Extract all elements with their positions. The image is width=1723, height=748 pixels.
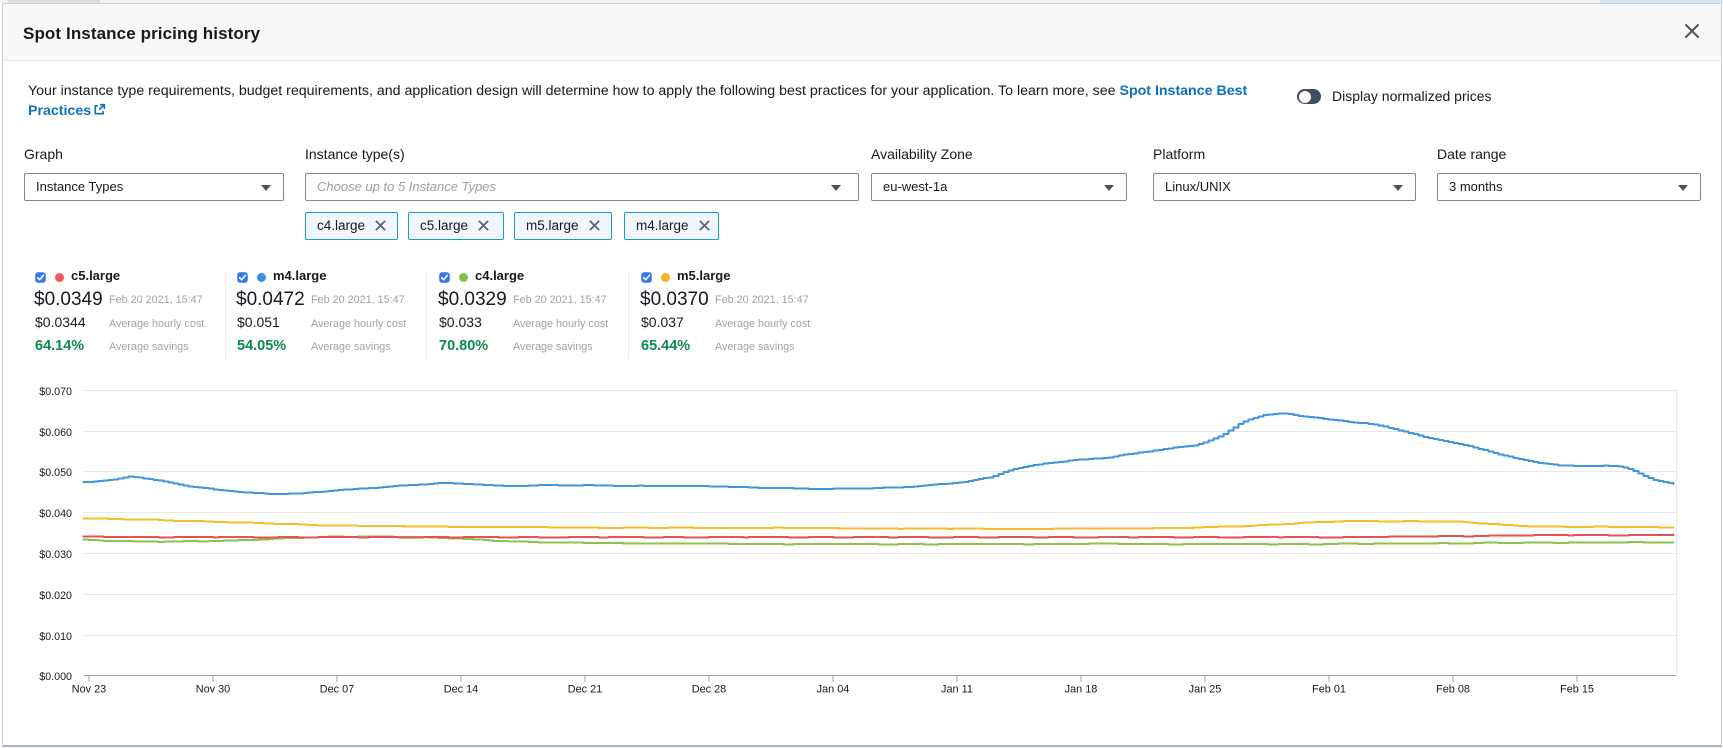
svg-text:Nov 23: Nov 23 (72, 683, 107, 695)
svg-text:Feb 08: Feb 08 (1436, 683, 1470, 695)
svg-text:$0.000: $0.000 (39, 671, 72, 683)
svg-text:$0.040: $0.040 (39, 508, 72, 520)
svg-text:$0.030: $0.030 (39, 549, 72, 561)
svg-text:Jan 25: Jan 25 (1189, 683, 1222, 695)
svg-text:Dec 21: Dec 21 (568, 683, 603, 695)
svg-text:Jan 11: Jan 11 (941, 683, 973, 695)
svg-text:Nov 30: Nov 30 (196, 683, 231, 695)
svg-text:Jan 18: Jan 18 (1065, 683, 1098, 695)
svg-text:Dec 14: Dec 14 (444, 683, 479, 695)
svg-text:$0.010: $0.010 (39, 631, 72, 643)
svg-text:Feb 15: Feb 15 (1560, 683, 1594, 695)
svg-text:Jan 04: Jan 04 (817, 683, 850, 695)
svg-text:$0.070: $0.070 (39, 386, 72, 398)
svg-text:$0.050: $0.050 (39, 467, 72, 479)
svg-text:$0.020: $0.020 (39, 590, 72, 602)
svg-text:Dec 28: Dec 28 (692, 683, 727, 695)
svg-text:$0.060: $0.060 (39, 427, 72, 439)
svg-text:Feb 01: Feb 01 (1312, 683, 1346, 695)
svg-text:Dec 07: Dec 07 (320, 683, 355, 695)
